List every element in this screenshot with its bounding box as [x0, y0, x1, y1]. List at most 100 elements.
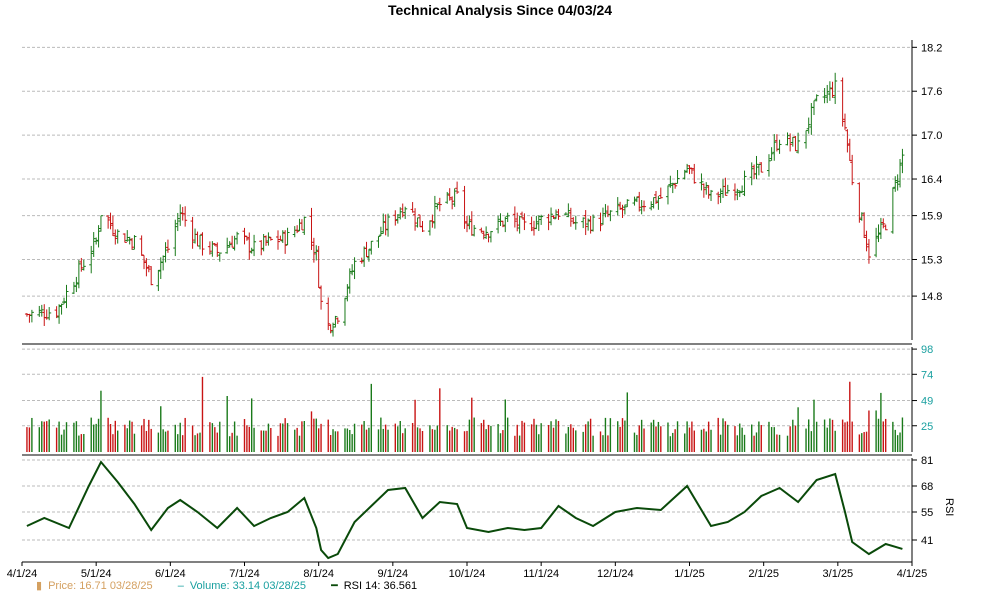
price-bar: [62, 297, 67, 305]
price-bar: [268, 236, 273, 241]
price-bar: [122, 233, 127, 243]
price-bar: [859, 212, 864, 221]
price-bar: [890, 187, 895, 234]
legend-rsi-label: RSI 14: 36.561: [343, 580, 418, 592]
price-bar: [252, 234, 257, 257]
price-bar: [534, 215, 539, 230]
price-bar: [71, 281, 76, 294]
price-bar: [316, 245, 321, 288]
price-bar: [806, 117, 811, 134]
price-bar: [830, 81, 835, 98]
price-bar: [309, 207, 314, 250]
x-tick-label: 3/1/25: [823, 568, 854, 580]
rsi-line-group: [26, 460, 903, 560]
price-swatch-icon: ▮: [36, 580, 43, 592]
price-bar: [472, 224, 477, 237]
price-bar: [756, 164, 761, 176]
price-bar: [822, 87, 827, 104]
volume-y-tick-label: 98: [921, 344, 933, 356]
price-bar: [583, 210, 588, 236]
price-bar: [430, 214, 435, 228]
x-tick-label: 2/1/25: [748, 568, 779, 580]
price-bar: [333, 315, 338, 328]
price-bar: [759, 162, 764, 173]
price-y-tick-label: 14.8: [921, 291, 942, 303]
price-bar: [314, 245, 319, 261]
price-bar: [393, 210, 398, 226]
price-bar: [247, 232, 252, 260]
price-bar: [57, 304, 62, 324]
price-bar: [591, 214, 596, 232]
price-bar: [266, 232, 271, 246]
price-bar: [488, 230, 493, 243]
price-bar: [469, 211, 474, 236]
price-bar: [600, 207, 605, 225]
price-bar: [259, 240, 264, 256]
price-bar: [319, 285, 324, 310]
price-bar: [651, 197, 656, 209]
grid-lines: [22, 46, 912, 541]
price-bar: [115, 229, 120, 244]
price-bar: [845, 129, 850, 153]
price-bar: [435, 203, 440, 210]
price-bar: [235, 231, 240, 245]
price-bar: [311, 237, 316, 263]
price-bar: [400, 203, 405, 218]
price-bar: [427, 220, 432, 236]
x-tick-label: 10/1/24: [449, 568, 486, 580]
chart-canvas: 18.2 17.6 17.0 16.4 15.9 15.3 14.8 98 74 49 25 81 68…: [7, 40, 955, 580]
legend: ▮ Price: 16.71 03/28/25 – Volume: 33.14 03…: [36, 579, 439, 592]
price-bar: [649, 201, 654, 211]
price-bar: [302, 216, 307, 235]
price-bar: [295, 225, 300, 234]
price-bar: [637, 191, 642, 212]
price-bar: [566, 203, 571, 218]
price-bar: [161, 255, 166, 271]
price-bar: [362, 246, 367, 267]
price-bar: [512, 206, 517, 228]
price-bar: [752, 164, 757, 179]
price-bar: [704, 182, 709, 195]
price-bar: [244, 235, 249, 241]
price-bar: [486, 233, 491, 243]
price-y-tick-label: 15.3: [921, 255, 942, 267]
price-bar: [467, 215, 472, 230]
price-bar: [766, 154, 771, 177]
price-bar: [588, 215, 593, 234]
price-bar: [749, 162, 754, 186]
price-bar: [156, 269, 161, 292]
price-bar: [350, 264, 355, 276]
price-bar: [563, 212, 568, 216]
price-bar: [742, 170, 747, 197]
price-bar: [376, 235, 381, 248]
price-bar: [581, 217, 586, 229]
rsi-y-tick-label: 81: [921, 455, 933, 467]
price-bar: [54, 306, 59, 319]
price-bar: [804, 130, 809, 149]
price-bar: [283, 230, 288, 254]
price-bar: [883, 224, 888, 231]
price-bar: [793, 135, 798, 152]
volume-y-tick-label: 74: [921, 369, 933, 381]
price-bar: [81, 259, 86, 271]
rsi-y-tick-label: 55: [921, 507, 933, 519]
price-bar: [76, 260, 81, 289]
volume-bars: [26, 376, 904, 452]
price-bar: [98, 215, 103, 232]
price-bar: [297, 218, 302, 232]
volume-y-tick-label: 49: [921, 396, 933, 408]
legend-volume: – Volume: 33.14 03/28/25: [178, 580, 306, 592]
x-tick-label: 11/1/24: [523, 568, 559, 580]
price-bar: [658, 187, 663, 199]
x-tick-label: 4/1/25: [897, 568, 928, 580]
price-bar: [139, 235, 144, 256]
technical-analysis-chart: Technical Analysis Since 04/03/24 18.2 17…: [0, 0, 1000, 600]
x-tick-label: 4/1/24: [7, 568, 38, 580]
price-bar: [381, 213, 386, 234]
price-bar: [573, 215, 578, 230]
price-bar: [249, 247, 254, 254]
price-bar: [895, 174, 900, 191]
price-bar: [725, 184, 730, 194]
x-tick-label: 12/1/24: [597, 568, 634, 580]
price-bar: [720, 179, 725, 198]
